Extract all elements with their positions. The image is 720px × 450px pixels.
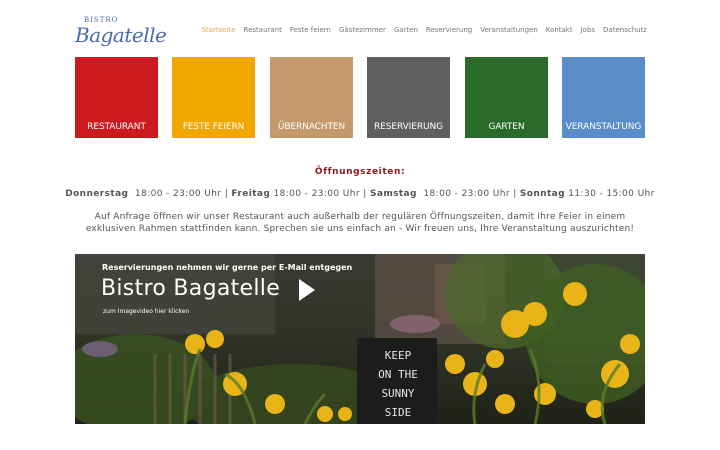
tile-label: ÜBERNACHTEN [277, 122, 346, 132]
sign-line: SIDE [384, 406, 412, 419]
day-name: Donnerstag [65, 189, 129, 199]
tile-feste-feiern[interactable]: FESTE FEIERN [172, 57, 255, 138]
nav-item-reservierung[interactable]: Reservierung [426, 26, 472, 34]
tile-reservierung[interactable]: RESERVIERUNG [367, 57, 450, 138]
day-time: 18:00 - 23:00 Uhr [423, 189, 510, 199]
banner-top-text: Reservierungen nehmen wir gerne per E-Ma… [102, 263, 353, 272]
tile-restaurant[interactable]: RESTAURANT [75, 57, 158, 138]
day-name: Sonntag [519, 189, 565, 199]
nav-item-garten[interactable]: Garten [394, 26, 418, 34]
separator: | [513, 189, 517, 199]
day-time: 18:00 - 23:00 Uhr [273, 189, 360, 199]
tile-label: GARTEN [488, 122, 525, 132]
tile-garten[interactable]: GARTEN [465, 57, 548, 138]
logo[interactable]: BISTRO Bagatelle [75, 12, 167, 47]
chalkboard-sign: KEEP ON THE SUNNY SIDE [363, 346, 433, 422]
nav-item-gaestezimmer[interactable]: Gästezimmer [339, 26, 386, 34]
separator: | [224, 189, 229, 199]
nav-item-startseite[interactable]: Startseite [201, 26, 235, 34]
day-name: Samstag [369, 189, 417, 199]
play-icon[interactable] [299, 279, 315, 301]
day-time: 11:30 - 15:00 Uhr [568, 189, 655, 199]
category-tiles: RESTAURANT FESTE FEIERN ÜBERNACHTEN RESE… [75, 57, 645, 138]
sign-line: KEEP [384, 349, 412, 362]
banner-title: Bistro Bagatelle [101, 276, 281, 301]
sign-line: SUNNY [381, 387, 415, 400]
opening-hours-title: Öffnungszeiten: [314, 167, 406, 177]
opening-hours-line: Donnerstag 18:00 - 23:00 Uhr | Freitag 1… [0, 189, 720, 199]
sign-line: ON THE [378, 368, 418, 381]
day-name: Freitag [231, 189, 271, 199]
opening-hours-description: Auf Anfrage öffnen wir unser Restaurant … [85, 212, 635, 234]
tile-label: RESTAURANT [87, 122, 146, 132]
logo-name: Bagatelle [75, 23, 167, 47]
separator: | [363, 189, 367, 199]
video-banner[interactable]: Reservierungen nehmen wir gerne per E-Ma… [75, 254, 645, 424]
day-time: 18:00 - 23:00 Uhr [134, 189, 222, 199]
nav-item-datenschutz[interactable]: Datenschutz [603, 26, 647, 34]
banner-subtitle[interactable]: zum Imagevideo hier klicken [103, 308, 189, 315]
tile-label: FESTE FEIERN [182, 122, 245, 132]
main-nav: Startseite Restaurant Feste feiern Gäste… [193, 26, 647, 34]
tile-uebernachten[interactable]: ÜBERNACHTEN [270, 57, 353, 138]
nav-item-veranstaltungen[interactable]: Veranstaltungen [480, 26, 538, 34]
tile-label: RESERVIERUNG [374, 122, 443, 132]
nav-item-restaurant[interactable]: Restaurant [244, 26, 282, 34]
tile-veranstaltung[interactable]: VERANSTALTUNG [562, 57, 645, 138]
nav-item-kontakt[interactable]: Kontakt [546, 26, 573, 34]
tile-label: VERANSTALTUNG [565, 122, 642, 132]
nav-item-feste-feiern[interactable]: Feste feiern [290, 26, 331, 34]
nav-item-jobs[interactable]: Jobs [581, 26, 595, 34]
